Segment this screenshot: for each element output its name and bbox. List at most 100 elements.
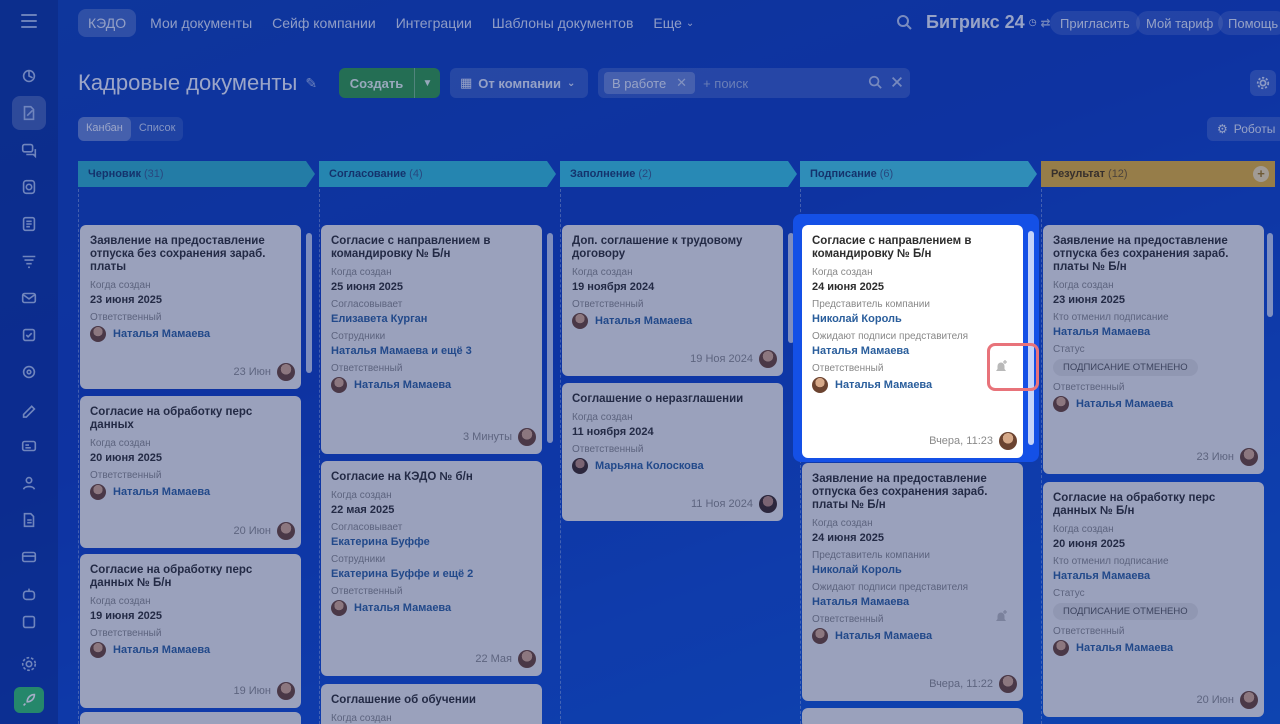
card-title[interactable]: Согласие на КЭДО № б/н	[331, 471, 532, 484]
person-link[interactable]: Наталья Мамаева	[354, 602, 451, 614]
bot-icon[interactable]	[12, 577, 46, 611]
kanban-card[interactable]: Согласие на обработку перс данных № Б/н …	[1043, 482, 1264, 717]
avatar[interactable]	[331, 600, 347, 616]
employees-icon[interactable]	[12, 466, 46, 500]
rocket-icon[interactable]	[14, 687, 44, 713]
activity-icon[interactable]	[12, 59, 46, 93]
chat-icon[interactable]	[12, 133, 46, 167]
avatar[interactable]	[90, 642, 106, 658]
card-title[interactable]: Заявление на предоставление отпуска без …	[90, 235, 291, 274]
help-button[interactable]: Помощь	[1218, 11, 1280, 35]
avatar[interactable]	[812, 377, 828, 393]
kanban-card[interactable]: Согласие на обработку перс данных № Б/н …	[80, 554, 301, 708]
kanban-card[interactable]: Заявление на предоставление отпуска без …	[1043, 225, 1273, 474]
person-link[interactable]: Екатерина Буффе	[331, 536, 532, 548]
tab-kedo[interactable]: КЭДО	[78, 9, 137, 37]
avatar[interactable]	[518, 650, 536, 668]
person-link[interactable]: Наталья Мамаева	[835, 379, 932, 391]
person-link[interactable]: Наталья Мамаева	[113, 644, 210, 656]
column-header[interactable]: Согласование (4)	[319, 161, 556, 187]
avatar[interactable]	[277, 363, 295, 381]
avatar[interactable]	[759, 350, 777, 368]
column-header[interactable]: Подписание (6)	[800, 161, 1037, 187]
tab-integrations[interactable]: Интеграции	[396, 15, 472, 31]
column-header[interactable]: Заполнение (2)	[560, 161, 797, 187]
menu-icon[interactable]	[21, 14, 37, 28]
search-icon[interactable]	[868, 75, 882, 92]
tab-templates[interactable]: Шаблоны документов	[492, 15, 634, 31]
search-icon[interactable]	[896, 14, 912, 35]
avatar[interactable]	[1240, 691, 1258, 709]
card-title[interactable]: Заявление на предоставление отпуска без …	[1053, 235, 1254, 274]
kanban-card[interactable]	[80, 712, 301, 724]
view-kanban[interactable]: Канбан	[78, 117, 131, 141]
crm-icon[interactable]	[12, 207, 46, 241]
card-title[interactable]: Соглашение о неразглашении	[572, 393, 773, 406]
avatar[interactable]	[518, 428, 536, 446]
person-link[interactable]: Елизавета Курган	[331, 313, 532, 325]
sign-icon[interactable]	[12, 392, 46, 426]
robots-button[interactable]: ⚙ Роботы	[1207, 117, 1280, 141]
kanban-card[interactable]	[802, 708, 1023, 724]
tasks-icon[interactable]	[12, 318, 46, 352]
kanban-card[interactable]: Соглашение о неразглашении Когда создан …	[562, 383, 783, 521]
settings-button[interactable]	[1250, 70, 1276, 96]
person-link[interactable]: Наталья Мамаева	[595, 315, 692, 327]
my-tariff-button[interactable]: Мой тариф	[1136, 11, 1224, 35]
close-icon[interactable]: ✕	[676, 75, 687, 91]
filter-search[interactable]: В работе ✕ + поиск	[598, 68, 910, 98]
card-title[interactable]: Соглашение об обучении	[331, 694, 532, 707]
avatar[interactable]	[572, 458, 588, 474]
employees-link[interactable]: Екатерина Буффе и ещё 2	[331, 568, 532, 580]
drive-icon[interactable]	[12, 170, 46, 204]
from-company-dropdown[interactable]: ▦ От компании ⌄	[450, 68, 588, 98]
kanban-card[interactable]: Соглашение об обучении Когда создан	[321, 684, 542, 724]
tab-company-safe[interactable]: Сейф компании	[272, 15, 376, 31]
person-link[interactable]: Наталья Мамаева	[812, 596, 1013, 608]
notify-bell-icon[interactable]	[993, 609, 1009, 623]
person-link[interactable]: Наталья Мамаева	[1053, 570, 1254, 582]
card-title[interactable]: Согласие с направлением в командировку №…	[331, 235, 532, 261]
avatar[interactable]	[90, 484, 106, 500]
invite-button[interactable]: Пригласить	[1050, 11, 1140, 35]
person-link[interactable]: Наталья Мамаева	[113, 486, 210, 498]
card-title[interactable]: Согласие на обработку перс данных	[90, 406, 291, 432]
clear-icon[interactable]	[890, 75, 904, 92]
avatar[interactable]	[277, 682, 295, 700]
avatar[interactable]	[1240, 448, 1258, 466]
avatar[interactable]	[572, 313, 588, 329]
chevron-down-icon[interactable]: ▼	[414, 68, 440, 98]
column-header[interactable]: Черновик (31)	[78, 161, 315, 187]
add-icon[interactable]: +	[1253, 166, 1269, 182]
tab-my-documents[interactable]: Мои документы	[150, 15, 252, 31]
docs-icon[interactable]	[12, 503, 46, 537]
card-title[interactable]: Согласие с направлением в командировку №…	[812, 235, 1013, 261]
goals-icon[interactable]	[12, 355, 46, 389]
tab-more[interactable]: Еще ⌄	[653, 15, 694, 31]
card-title[interactable]: Заявление на предоставление отпуска без …	[812, 473, 1013, 512]
kanban-card[interactable]: Согласие с направлением в командировку №…	[321, 225, 553, 454]
view-list[interactable]: Список	[131, 117, 184, 141]
column-header[interactable]: Результат (12) +	[1041, 161, 1275, 187]
person-link[interactable]: Николай Король	[812, 564, 1013, 576]
create-button[interactable]: Создать ▼	[339, 68, 440, 98]
card-title[interactable]: Согласие на обработку перс данных № Б/н	[1053, 492, 1254, 518]
avatar[interactable]	[90, 326, 106, 342]
employees-link[interactable]: Наталья Мамаева и ещё 3	[331, 345, 532, 357]
pin-icon[interactable]: ✎	[305, 75, 317, 92]
filter-chip[interactable]: В работе ✕	[604, 72, 696, 94]
avatar[interactable]	[759, 495, 777, 513]
mail-icon[interactable]	[12, 281, 46, 315]
kanban-card[interactable]: Заявление на предоставление отпуска без …	[802, 463, 1023, 701]
avatar[interactable]	[277, 522, 295, 540]
person-link[interactable]: Наталья Мамаева	[354, 379, 451, 391]
avatar[interactable]	[1053, 640, 1069, 656]
card-title[interactable]: Доп. соглашение к трудовому договору	[572, 235, 773, 261]
person-link[interactable]: Марьяна Колоскова	[595, 460, 704, 472]
kanban-card[interactable]: Согласие на КЭДО № б/н Когда создан 22 м…	[321, 461, 542, 676]
avatar[interactable]	[1053, 396, 1069, 412]
funnel-icon[interactable]	[12, 244, 46, 278]
kanban-card-highlighted[interactable]: Согласие с направлением в командировку №…	[802, 225, 1034, 458]
card-title[interactable]: Согласие на обработку перс данных № Б/н	[90, 564, 291, 590]
calendar-icon[interactable]	[12, 614, 46, 630]
